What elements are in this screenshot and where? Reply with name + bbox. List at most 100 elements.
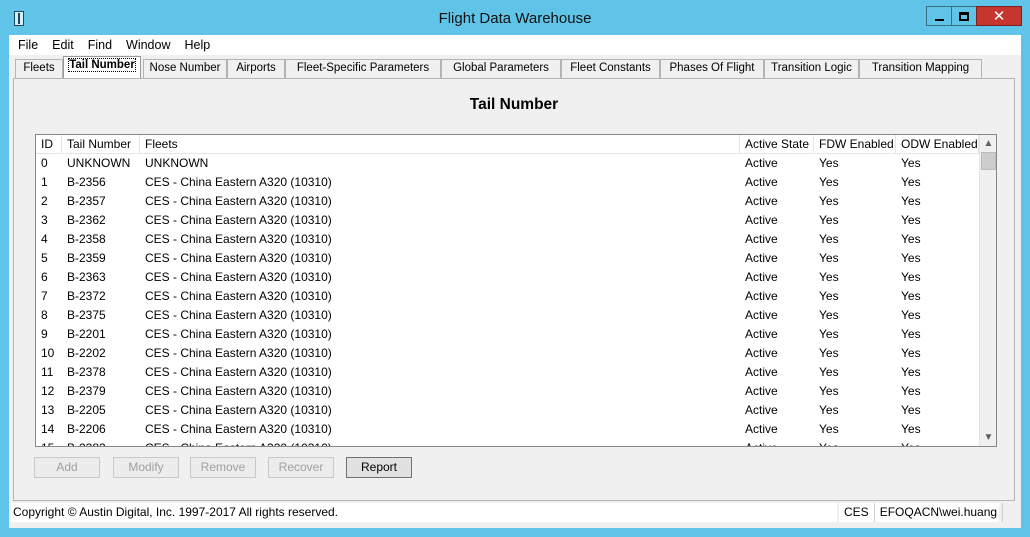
tab-fleet-constants[interactable]: Fleet Constants <box>561 59 660 78</box>
tab-transition-mapping[interactable]: Transition Mapping <box>859 59 982 78</box>
menu-edit[interactable]: Edit <box>45 35 81 55</box>
cell-fleet: CES - China Eastern A320 (10310) <box>145 346 332 360</box>
modify-button[interactable]: Modify <box>113 457 179 478</box>
menu-file[interactable]: File <box>11 35 45 55</box>
title-bar[interactable]: Flight Data Warehouse ✕ <box>0 0 1030 35</box>
cell-odw-enabled: Yes <box>901 384 921 398</box>
menu-bar: File Edit Find Window Help <box>9 35 1021 55</box>
cell-fleet: CES - China Eastern A320 (10310) <box>145 289 332 303</box>
tab-phases-of-flight[interactable]: Phases Of Flight <box>660 59 764 78</box>
table-row[interactable]: 11 B-2378 CES - China Eastern A320 (10310)… <box>36 363 979 382</box>
table-row[interactable]: 7 B-2372 CES - China Eastern A320 (10310) A… <box>36 287 979 306</box>
window-title: Flight Data Warehouse <box>438 10 592 27</box>
table-row[interactable]: 0 UNKNOWN UNKNOWN Active Yes Yes <box>36 154 979 173</box>
cell-fdw-enabled: Yes <box>819 422 839 436</box>
table-row[interactable]: 15B-2383CES - China Eastern A320 (10310)… <box>36 439 979 446</box>
menu-help[interactable]: Help <box>178 35 218 55</box>
table-row[interactable]: 4 B-2358 CES - China Eastern A320 (10310) A… <box>36 230 979 249</box>
cell-fdw-enabled: Yes <box>819 384 839 398</box>
cell-fleet: CES - China Eastern A320 (10310) <box>145 327 332 341</box>
table-row[interactable]: 13 B-2205 CES - China Eastern A320 (10310)… <box>36 401 979 420</box>
tab-page-tail-number: Tail Number ID Tail Number Fleets Active… <box>13 78 1015 501</box>
column-header-fdw-enabled[interactable]: FDW Enabled <box>814 135 896 154</box>
cell-odw-enabled: Yes <box>901 251 921 265</box>
cell-fdw-enabled: Yes <box>819 327 839 341</box>
cell-tail-number: B-2206 <box>67 422 106 436</box>
cell-tail-number: B-2356 <box>67 175 106 189</box>
cell-id: 5 <box>41 251 48 265</box>
tab-tail-number[interactable]: Tail Number <box>63 56 141 78</box>
cell-fleet: CES - China Eastern A320 (10310) <box>145 403 332 417</box>
cell-tail-number: B-2362 <box>67 213 106 227</box>
tab-fleets[interactable]: Fleets <box>15 59 63 78</box>
table-row[interactable]: 5 B-2359 CES - China Eastern A320 (10310) A… <box>36 249 979 268</box>
remove-button[interactable]: Remove <box>190 457 256 478</box>
table-row[interactable]: 10 B-2202 CES - China Eastern A320 (10310)… <box>36 344 979 363</box>
chevron-down-icon[interactable]: ▼ <box>980 429 996 446</box>
table-row[interactable]: 9 B-2201 CES - China Eastern A320 (10310) A… <box>36 325 979 344</box>
cell-id: 12 <box>41 384 55 398</box>
cell-tail-number: B-2363 <box>67 270 106 284</box>
page-title: Tail Number <box>469 96 559 113</box>
menu-window[interactable]: Window <box>119 35 177 55</box>
menu-find[interactable]: Find <box>81 35 119 55</box>
cell-active-state: Active <box>745 346 778 360</box>
cell-id: 2 <box>41 194 48 208</box>
close-button[interactable]: ✕ <box>976 6 1022 26</box>
table-row[interactable]: 12 B-2379 CES - China Eastern A320 (10310)… <box>36 382 979 401</box>
cell-tail-number: B-2383 <box>62 439 140 446</box>
table-row[interactable]: 3 B-2362 CES - China Eastern A320 (10310) A… <box>36 211 979 230</box>
cell-active-state: Active <box>745 289 778 303</box>
cell-tail-number: UNKNOWN <box>67 156 131 170</box>
cell-odw-enabled: Yes <box>901 156 921 170</box>
column-header-odw-enabled[interactable]: ODW Enabled <box>896 135 979 154</box>
cell-fdw-enabled: Yes <box>819 175 839 189</box>
cell-active-state: Active <box>745 194 778 208</box>
table-row[interactable]: 14 B-2206 CES - China Eastern A320 (10310)… <box>36 420 979 439</box>
cell-active-state: Active <box>745 403 778 417</box>
cell-tail-number: B-2357 <box>67 194 106 208</box>
column-header-fleets[interactable]: Fleets <box>140 135 740 154</box>
cell-tail-number: B-2375 <box>67 308 106 322</box>
cell-id: 6 <box>41 270 48 284</box>
report-button[interactable]: Report <box>346 457 412 478</box>
cell-fleet: UNKNOWN <box>145 156 209 170</box>
vertical-scrollbar[interactable]: ▲ ▼ <box>979 135 996 446</box>
minimize-button[interactable] <box>926 6 952 26</box>
cell-active-state: Active <box>745 327 778 341</box>
scrollbar-thumb[interactable] <box>981 152 996 170</box>
minimize-icon <box>934 19 944 21</box>
cell-fdw-enabled: Yes <box>819 308 839 322</box>
tab-nose-number[interactable]: Nose Number <box>143 59 227 78</box>
recover-button[interactable]: Recover <box>268 457 334 478</box>
cell-id: 11 <box>41 365 54 379</box>
table-row[interactable]: 1 B-2356 CES - China Eastern A320 (10310) A… <box>36 173 979 192</box>
tail-number-table[interactable]: ID Tail Number Fleets Active State FDW E… <box>35 134 997 447</box>
cell-tail-number: B-2205 <box>67 403 106 417</box>
cell-id: 14 <box>41 422 55 436</box>
add-button[interactable]: Add <box>34 457 100 478</box>
column-header-id[interactable]: ID <box>36 135 62 154</box>
cell-active-state: Active <box>745 384 778 398</box>
cell-fdw-enabled: Yes <box>819 194 839 208</box>
column-header-tail-number[interactable]: Tail Number <box>62 135 140 154</box>
cell-odw-enabled: Yes <box>901 308 921 322</box>
cell-active-state: Active <box>740 439 814 446</box>
status-right-panel: CES EFOQACN\wei.huang <box>839 503 1004 522</box>
cell-id: 10 <box>41 346 55 360</box>
chevron-up-icon[interactable]: ▲ <box>980 135 996 152</box>
table-row[interactable]: 2 B-2357 CES - China Eastern A320 (10310) A… <box>36 192 979 211</box>
tab-fleet-specific-parameters[interactable]: Fleet-Specific Parameters <box>285 59 441 78</box>
status-bar: Copyright © Austin Digital, Inc. 1997-20… <box>9 503 1021 522</box>
column-header-active-state[interactable]: Active State <box>740 135 814 154</box>
cell-odw-enabled: Yes <box>901 232 921 246</box>
cell-active-state: Active <box>745 422 778 436</box>
maximize-button[interactable] <box>951 6 977 26</box>
cell-fdw-enabled: Yes <box>819 156 839 170</box>
tab-airports[interactable]: Airports <box>227 59 285 78</box>
cell-fleet: CES - China Eastern A320 (10310) <box>145 270 332 284</box>
tab-global-parameters[interactable]: Global Parameters <box>441 59 561 78</box>
table-row[interactable]: 8 B-2375 CES - China Eastern A320 (10310) A… <box>36 306 979 325</box>
tab-transition-logic[interactable]: Transition Logic <box>764 59 859 78</box>
table-row[interactable]: 6 B-2363 CES - China Eastern A320 (10310) A… <box>36 268 979 287</box>
